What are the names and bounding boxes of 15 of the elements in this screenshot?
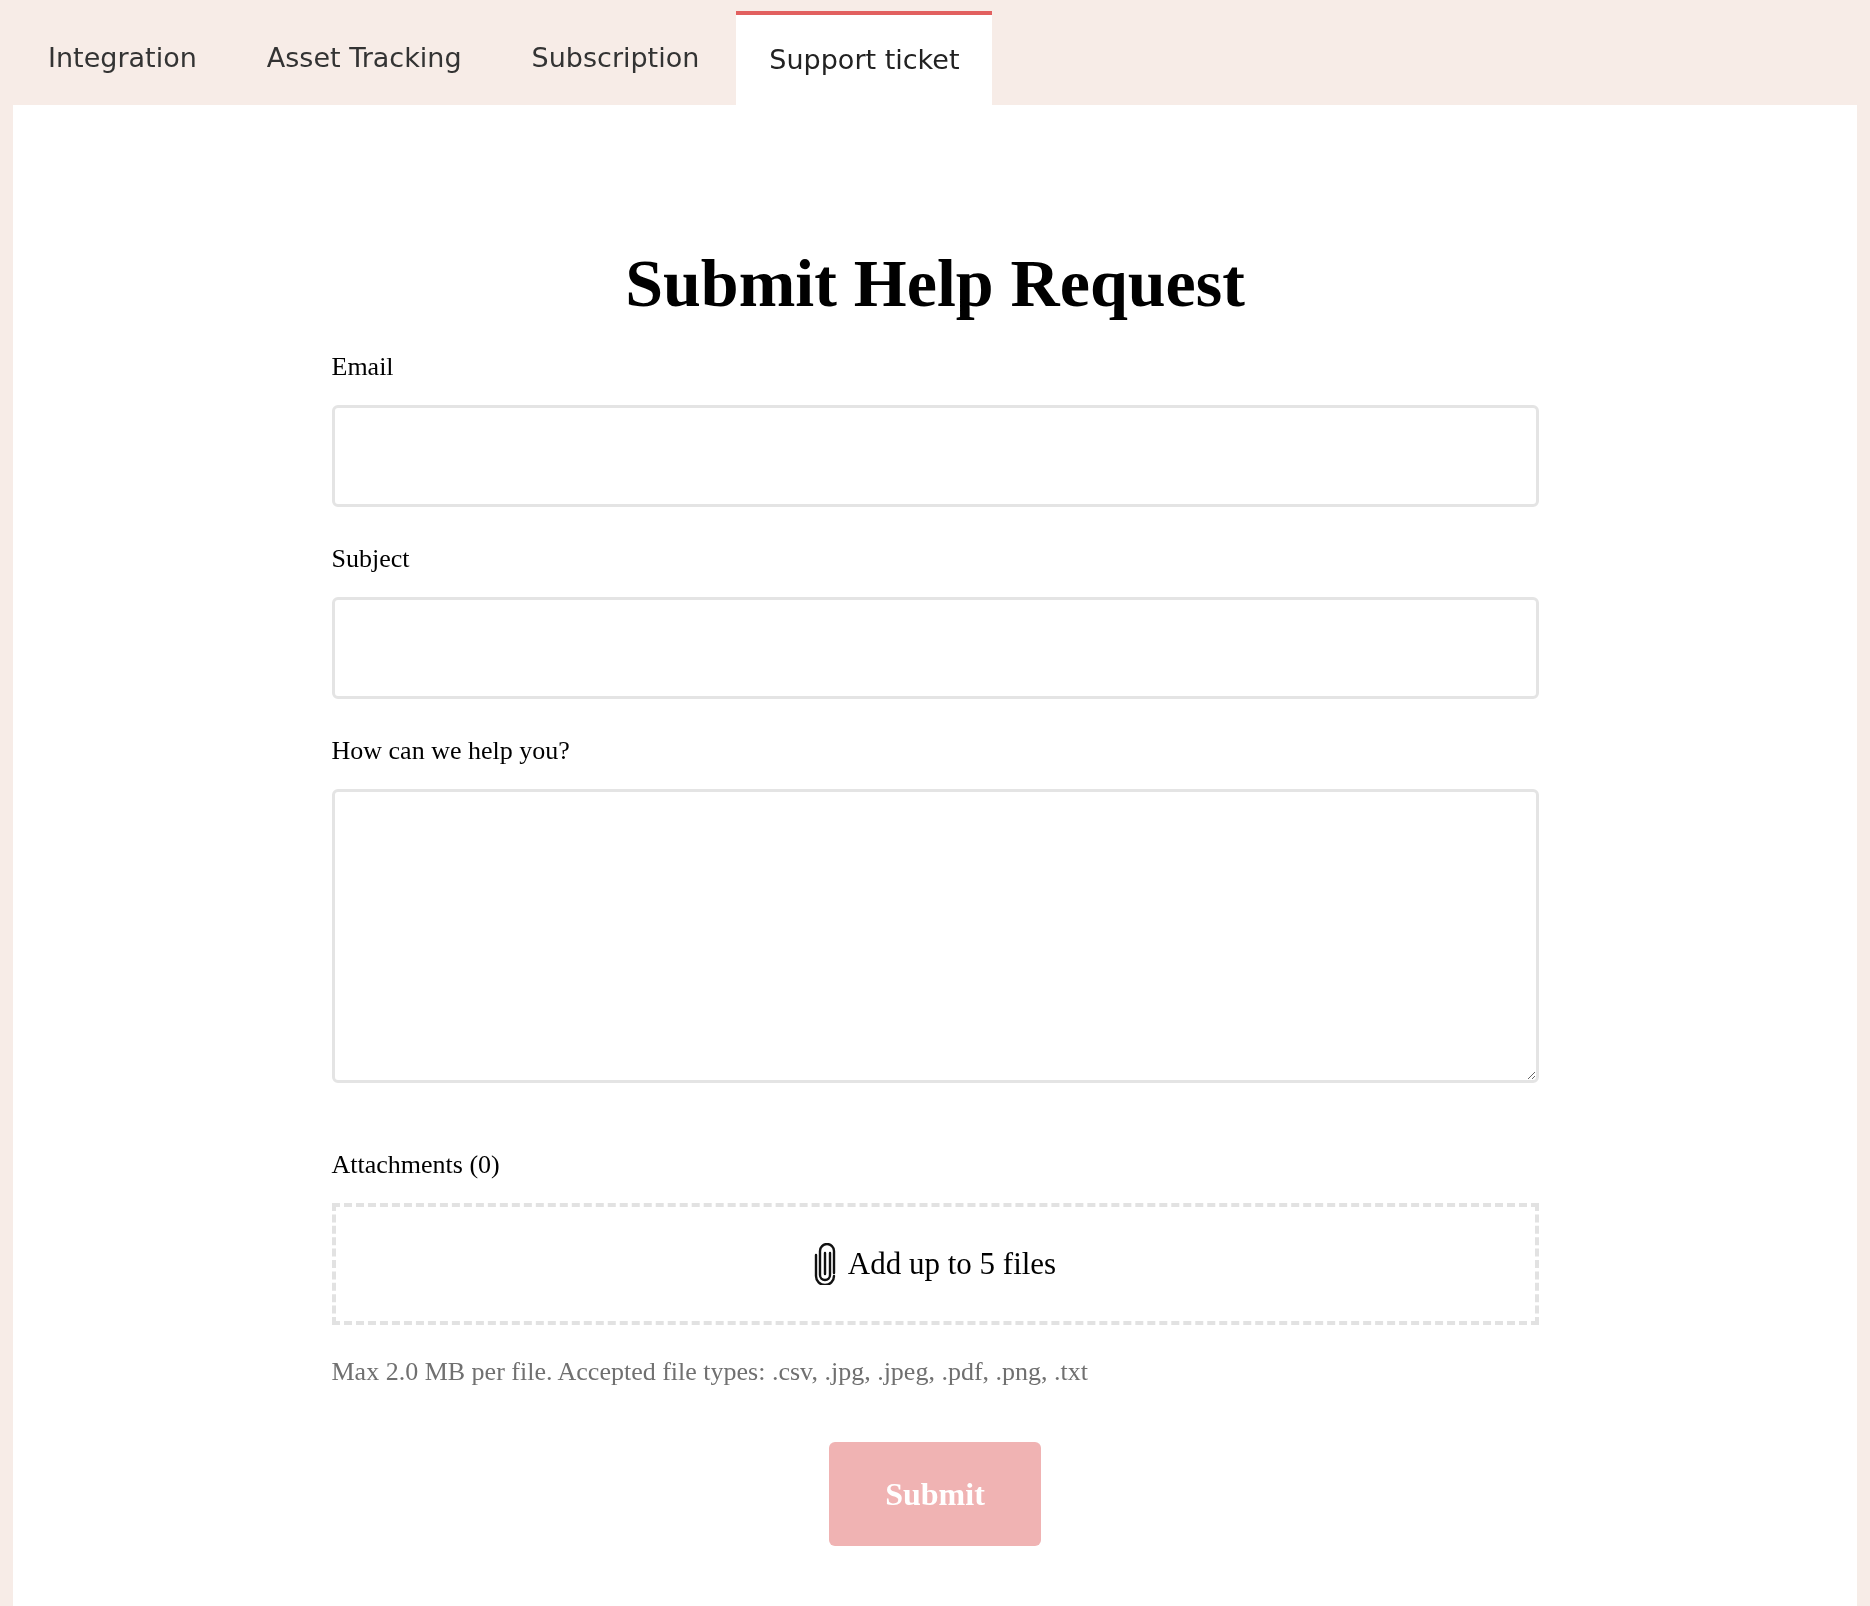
- file-dropzone[interactable]: Add up to 5 files: [331, 1203, 1539, 1325]
- field-label: How can we help you?: [331, 735, 571, 767]
- page-title: Submit Help Request: [625, 244, 1245, 323]
- tab[interactable]: Integration: [14, 11, 231, 105]
- input-field[interactable]: [331, 597, 1539, 699]
- tab[interactable]: Asset Tracking: [232, 11, 496, 105]
- paperclip-icon: [813, 1243, 836, 1285]
- field-label: Email: [331, 351, 395, 383]
- input-field[interactable]: [331, 405, 1539, 507]
- tab[interactable]: Support ticket: [736, 11, 993, 105]
- tab[interactable]: Subscription: [497, 11, 734, 105]
- field-label: Subject: [331, 543, 411, 575]
- text-area[interactable]: [331, 789, 1539, 1083]
- field-label: Attachments (0): [331, 1149, 501, 1181]
- file-note: Max 2.0 MB per file. Accepted file types: .csv, .jpg, .jpeg, .pdf, .png, .txt: [331, 1356, 1089, 1388]
